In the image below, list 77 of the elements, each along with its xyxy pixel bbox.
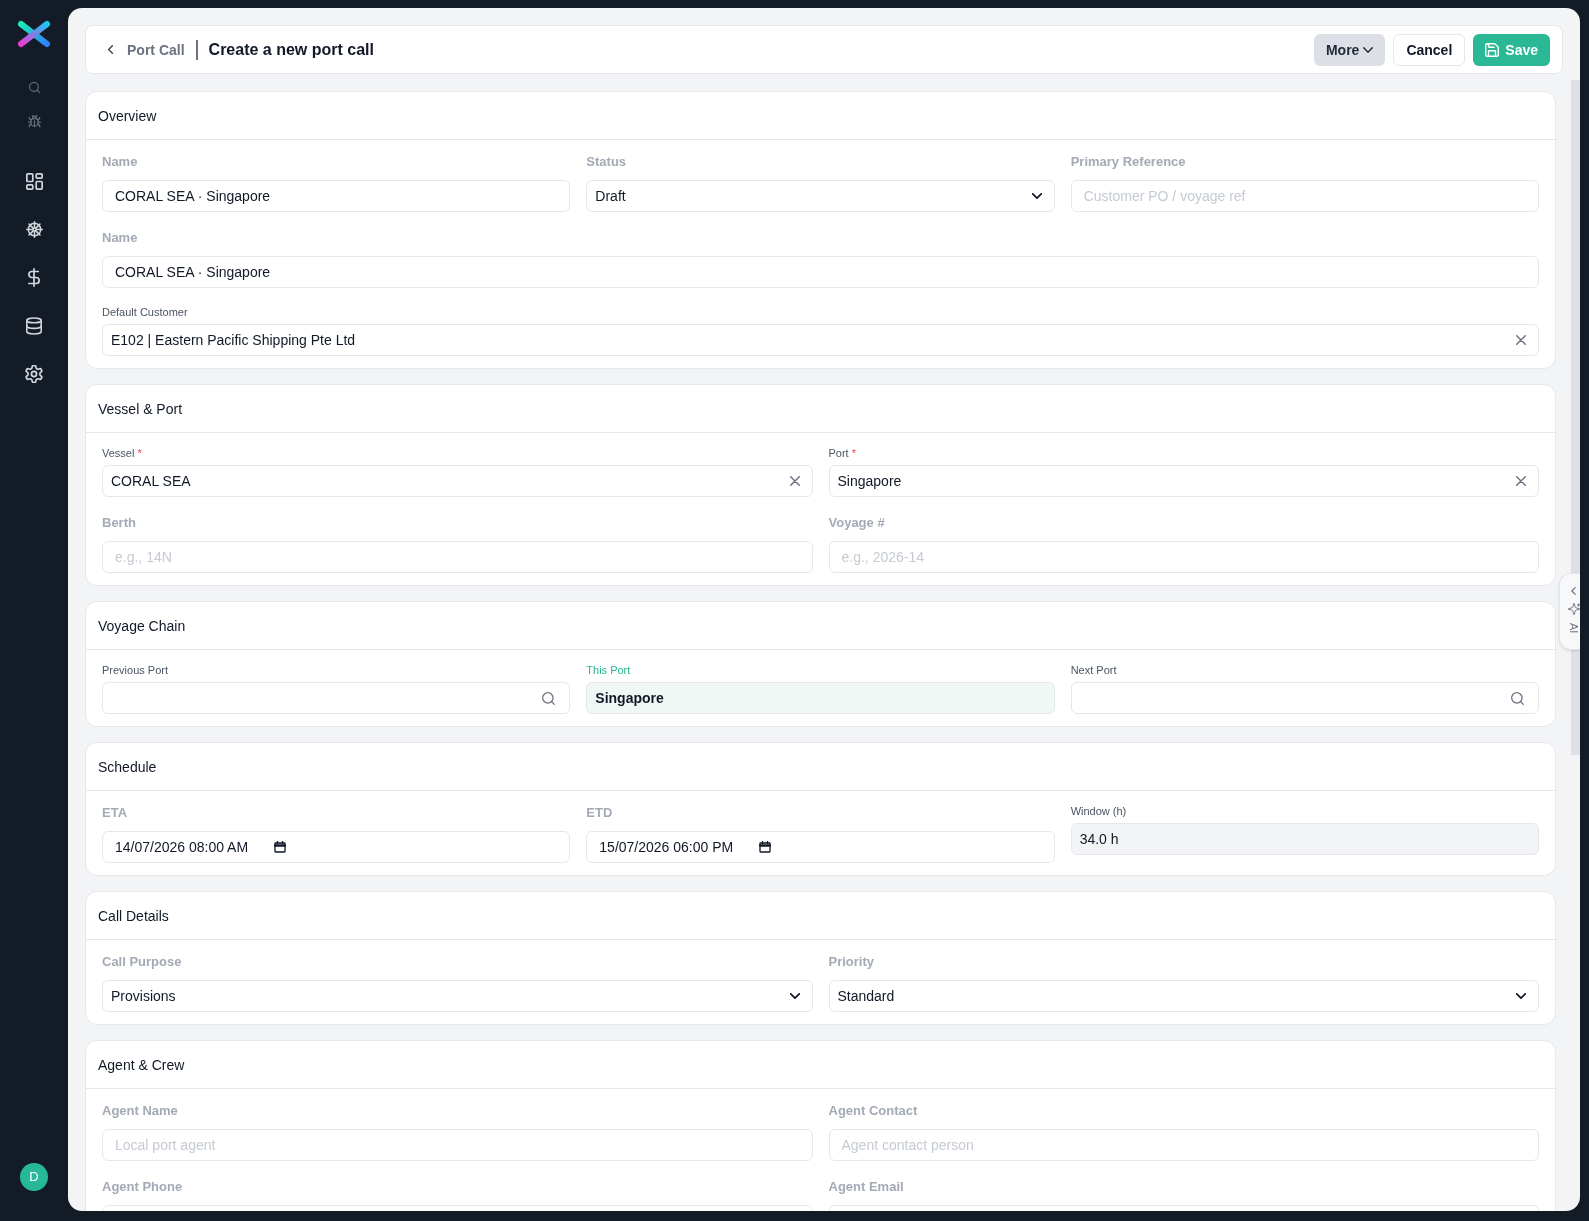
- text-input[interactable]: e.g., 2026-14: [828, 541, 1539, 573]
- field-label: ETA: [102, 804, 128, 822]
- text-input[interactable]: Singapore: [828, 465, 1539, 497]
- field-label: Agent Contact: [828, 1102, 918, 1120]
- chevron-down-icon: [1363, 46, 1374, 53]
- field-label: Agent Phone: [102, 1178, 183, 1196]
- field-label: ETD: [586, 804, 613, 822]
- clear-icon: [789, 476, 800, 486]
- ai-panel-tab[interactable]: AI: [1559, 573, 1580, 650]
- dropdown[interactable]: Draft: [586, 180, 1055, 212]
- section-title: Overview: [98, 106, 157, 126]
- field-label: Call Purpose: [102, 953, 182, 971]
- calendar-icon: [274, 841, 287, 853]
- chevron-down-icon: [1516, 993, 1526, 999]
- chevron-down-icon: [789, 993, 800, 999]
- text-input[interactable]: e.g., 14N: [102, 541, 813, 573]
- search-input[interactable]: [102, 682, 571, 714]
- settings-icon[interactable]: [25, 365, 43, 383]
- section-title: Agent & Crew: [98, 1055, 185, 1075]
- text-input[interactable]: Agent contact person: [828, 1129, 1539, 1161]
- dropdown[interactable]: Standard: [828, 980, 1539, 1012]
- dropdown[interactable]: Provisions: [102, 980, 813, 1012]
- field-label: Next Port: [1070, 663, 1117, 678]
- clear-icon: [1516, 476, 1526, 486]
- dollar-icon[interactable]: [28, 268, 40, 287]
- field-label: Priority: [828, 953, 874, 971]
- text-input[interactable]: CORAL SEA: [102, 465, 813, 497]
- required-asterisk: *: [851, 446, 856, 461]
- date-time-input[interactable]: 14/07/2026 08:00 AM: [102, 831, 571, 863]
- field-label: Agent Email: [828, 1178, 904, 1196]
- section-title: Schedule: [98, 757, 157, 777]
- field-label: Port: [828, 446, 849, 461]
- chevron-left-icon: [1571, 587, 1576, 595]
- field-label: Name: [102, 229, 138, 247]
- field-label: Agent Name: [102, 1102, 178, 1120]
- clear-icon: [1516, 335, 1526, 345]
- search-icon: [1511, 691, 1524, 705]
- back-link[interactable]: Port Call: [108, 39, 185, 60]
- database-icon[interactable]: [26, 317, 42, 335]
- required-asterisk: *: [137, 446, 142, 461]
- text-input[interactable]: Customer PO / voyage ref: [1070, 180, 1539, 212]
- ship-wheel-icon[interactable]: [25, 221, 43, 238]
- section-title: Call Details: [98, 906, 169, 926]
- logo-icon[interactable]: [17, 20, 51, 48]
- search-input[interactable]: [1070, 682, 1539, 714]
- chevron-down-icon: [1031, 193, 1042, 199]
- section-title: Vessel & Port: [98, 399, 183, 419]
- field-label: Previous Port: [102, 663, 169, 678]
- readonly-input[interactable]: 34.0 h: [1070, 823, 1539, 855]
- field-label: Vessel: [102, 446, 135, 461]
- highlighted-input[interactable]: Singapore: [586, 682, 1055, 714]
- page-title: Create a new port call: [208, 39, 374, 60]
- sparkle-icon: [1567, 603, 1580, 615]
- field-label: Window (h): [1070, 804, 1127, 819]
- scrollbar[interactable]: [1571, 80, 1580, 755]
- text-input[interactable]: CORAL SEA · Singapore: [102, 256, 1539, 288]
- text-input[interactable]: CORAL SEA · Singapore: [102, 180, 571, 212]
- search-icon[interactable]: [28, 82, 40, 93]
- more-button[interactable]: More: [1313, 33, 1386, 66]
- field-label: Status: [586, 153, 627, 171]
- field-label: This Port: [586, 663, 631, 678]
- cancel-button[interactable]: Cancel: [1393, 33, 1466, 66]
- field-label: Default Customer: [102, 305, 188, 320]
- field-label: Name: [102, 153, 138, 171]
- section-title: Voyage Chain: [98, 616, 186, 636]
- field-label: Berth: [102, 514, 136, 532]
- save-icon: [1485, 42, 1500, 57]
- calendar-icon: [759, 841, 772, 853]
- bug-icon[interactable]: [27, 115, 41, 128]
- date-time-input[interactable]: 15/07/2026 06:00 PM: [586, 831, 1055, 863]
- field-label: Primary Reference: [1070, 153, 1186, 171]
- dashboard-grid-icon[interactable]: [25, 173, 43, 190]
- text-input[interactable]: E102 | Eastern Pacific Shipping Pte Ltd: [102, 324, 1539, 356]
- search-icon: [542, 691, 556, 705]
- field-label: Voyage #: [828, 514, 885, 532]
- text-input[interactable]: Local port agent: [102, 1129, 813, 1161]
- chevron-left-icon: [108, 45, 113, 54]
